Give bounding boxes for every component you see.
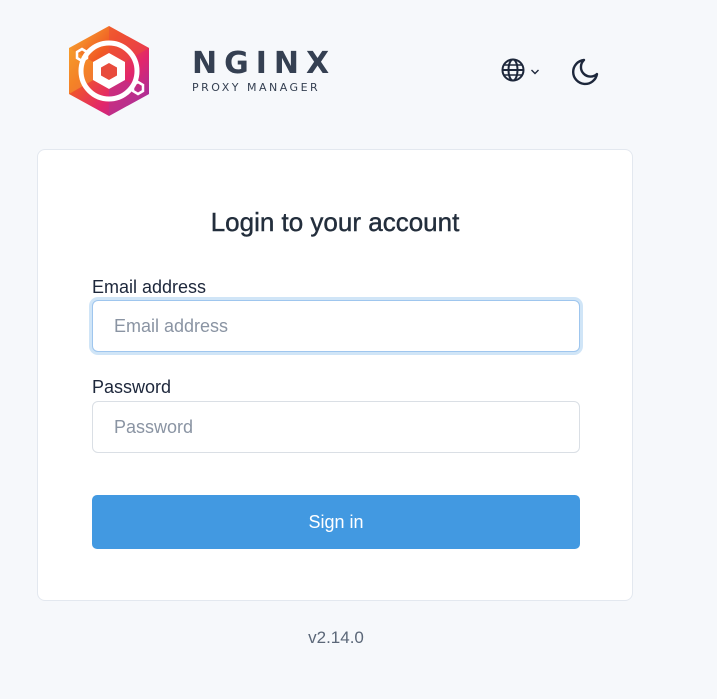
brand-subtitle: PROXY MANAGER: [192, 81, 321, 94]
moon-icon: [569, 58, 601, 92]
login-title: Login to your account: [210, 207, 460, 237]
page-header: NGINX PROXY MANAGER: [0, 0, 717, 140]
theme-toggle-button[interactable]: [569, 56, 601, 88]
email-field[interactable]: [92, 300, 580, 352]
login-card: Login to your account Email address Pass…: [37, 149, 633, 601]
sign-in-button[interactable]: Sign in: [92, 495, 580, 549]
email-label: Email address: [92, 277, 207, 297]
language-selector-button[interactable]: [500, 58, 546, 86]
password-field[interactable]: [92, 401, 580, 453]
chevron-down-icon: [530, 63, 540, 81]
brand-title: NGINX: [192, 46, 337, 81]
nginx-logo-icon: [66, 24, 152, 118]
password-label: Password: [92, 377, 172, 397]
version-label: v2.14.0: [308, 628, 364, 647]
brand: NGINX PROXY MANAGER: [192, 48, 336, 95]
globe-icon: [500, 57, 526, 88]
